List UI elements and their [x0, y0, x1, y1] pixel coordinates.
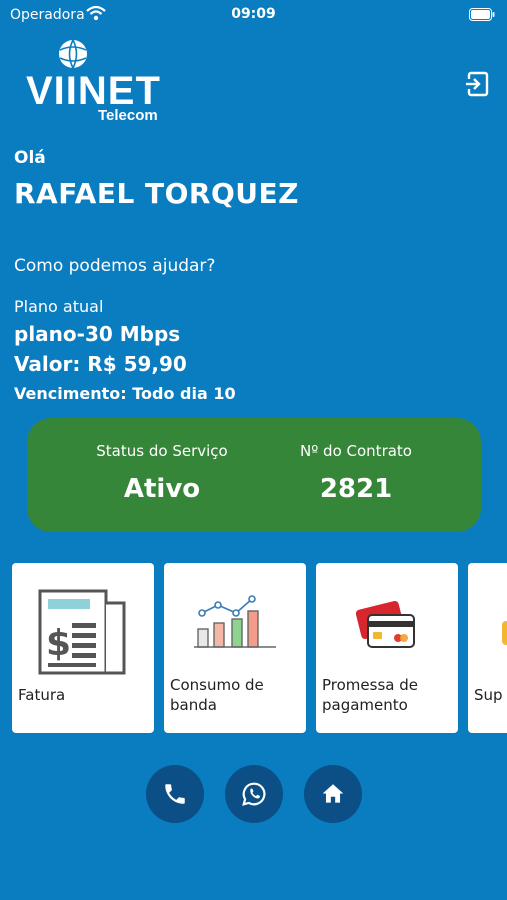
support-card[interactable]: Sup [468, 563, 507, 733]
svg-text:$: $ [46, 623, 71, 664]
service-status: Status do Serviço Ativo [62, 442, 262, 504]
plan-label: Plano atual [14, 297, 104, 316]
due-date: Vencimento: Todo dia 10 [14, 384, 236, 403]
home-button[interactable] [304, 765, 362, 823]
invoice-icon: $ [38, 589, 126, 675]
support-icon [502, 621, 507, 645]
credit-card-icon [355, 600, 415, 648]
viinet-logo: VIINET Telecom [26, 39, 160, 124]
service-status-value: Ativo [123, 474, 201, 504]
greeting: Olá [14, 148, 46, 168]
whatsapp-icon [242, 782, 266, 806]
phone-icon [165, 784, 185, 804]
service-status-card: Status do Serviço Ativo Nº do Contrato 2… [27, 418, 481, 532]
bandwidth-label: Consumo de banda [170, 676, 264, 714]
plan-name: plano-30 Mbps [14, 322, 181, 346]
contract-number: Nº do Contrato 2821 [256, 442, 456, 504]
home-icon [322, 784, 344, 803]
logout-icon[interactable] [463, 70, 491, 98]
payment-promise-label: Promessa de pagamento [322, 676, 418, 714]
user-name: RAFAEL TORQUEZ [14, 177, 299, 210]
bandwidth-card[interactable]: Consumo de banda [164, 563, 306, 733]
plan-value: Valor: R$ 59,90 [14, 352, 187, 376]
help-prompt: Como podemos ajudar? [14, 256, 216, 276]
invoice-label: Fatura [18, 686, 66, 704]
whatsapp-button[interactable] [225, 765, 283, 823]
action-cards: $ Fatura Consumo de banda Promessa de pa… [12, 563, 507, 733]
contract-number-value: 2821 [319, 474, 393, 504]
invoice-card[interactable]: $ Fatura [12, 563, 154, 733]
svg-text:Telecom: Telecom [98, 107, 158, 124]
status-bar: Operadora 09:09 [0, 0, 507, 30]
bandwidth-chart-icon [194, 595, 276, 648]
clock: 09:09 [231, 6, 276, 22]
phone-button[interactable] [146, 765, 204, 823]
battery-icon [469, 8, 495, 21]
service-status-label: Status do Serviço [96, 442, 228, 460]
contract-number-label: Nº do Contrato [300, 442, 412, 460]
support-label: Sup [474, 686, 503, 704]
payment-promise-card[interactable]: Promessa de pagamento [316, 563, 458, 733]
